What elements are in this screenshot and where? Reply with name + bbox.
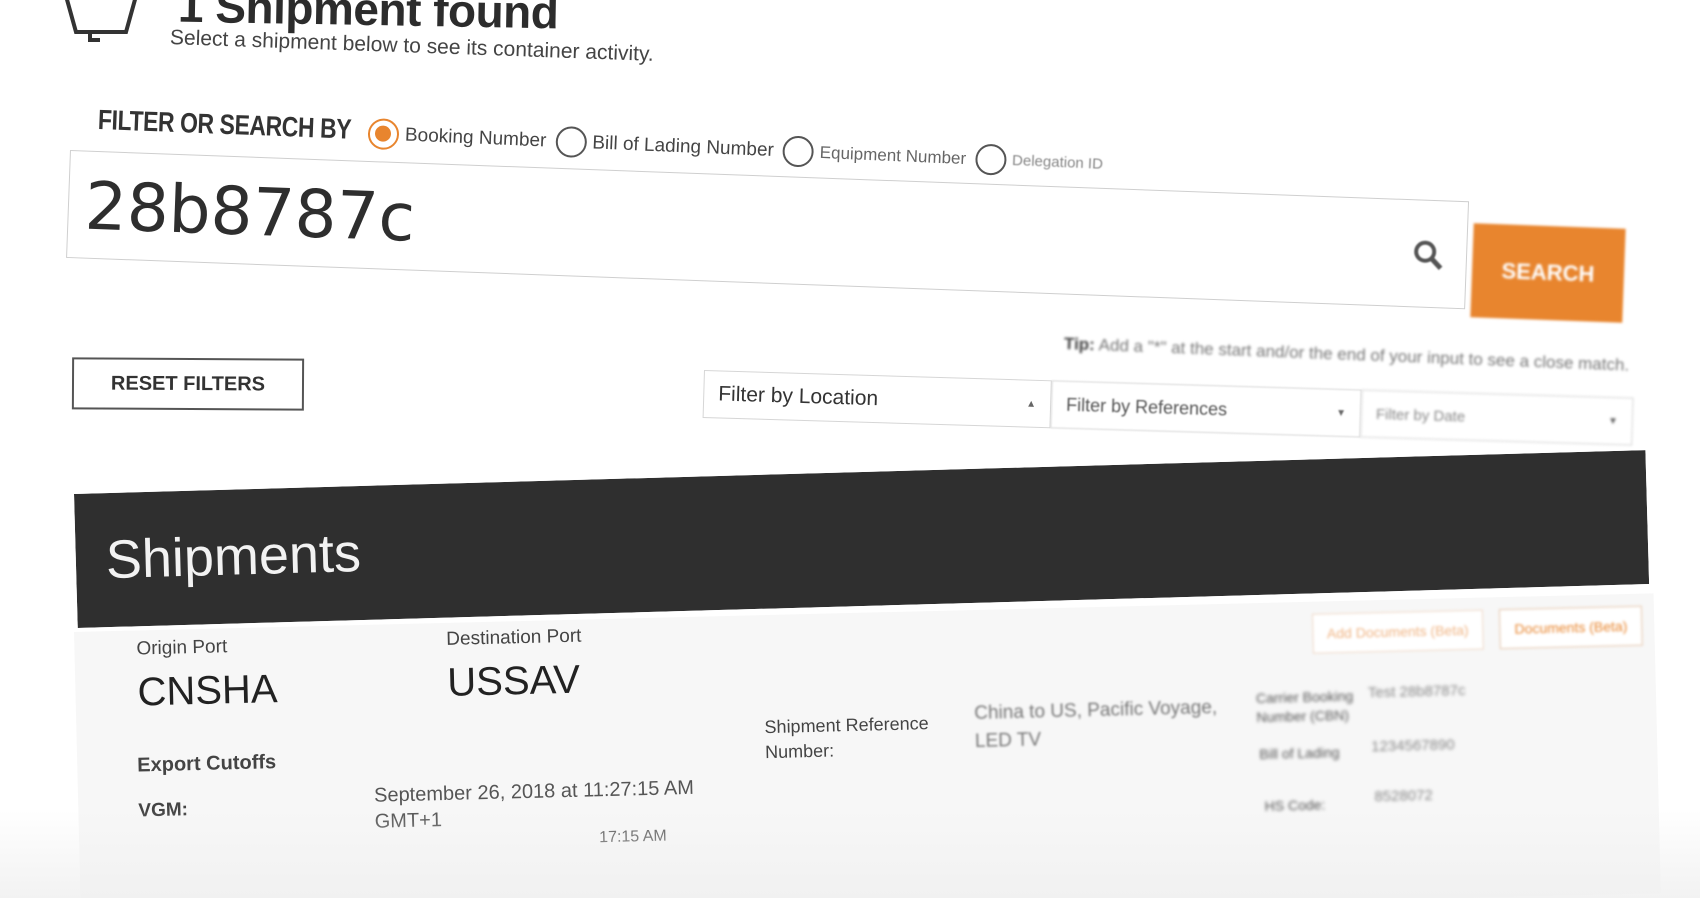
documents-button[interactable]: Documents (Beta) [1499, 605, 1643, 650]
hs-code-label: HS Code: [1264, 796, 1326, 814]
page: 1 Shipment found Select a shipment below… [0, 0, 1700, 898]
caret-icon: ▲ [1026, 398, 1037, 410]
search-tip: Tip: Add a "*" at the start and/or the e… [1064, 334, 1630, 376]
select-value: Filter by References [1065, 394, 1228, 420]
origin-port-value: CNSHA [136, 667, 279, 715]
reset-filters-button[interactable]: RESET FILTERS [71, 357, 305, 411]
radio-dot[interactable] [782, 135, 815, 168]
caret-icon: ▼ [1607, 415, 1619, 427]
filter-location-select[interactable]: Filter by Location ▲ [702, 370, 1052, 429]
shipment-reference-value: China to US, Pacific Voyage, LED TV [974, 697, 1218, 753]
document-buttons: Add Documents (Beta) Documents (Beta) [1295, 605, 1643, 654]
destination-port-value: USSAV [446, 657, 581, 705]
carrier-booking-label: Carrier Booking Number (CBN) [1255, 687, 1354, 726]
shipment-icon [65, 0, 137, 42]
carrier-booking-value: Test 28b8787c [1367, 682, 1466, 702]
radio-dot[interactable] [554, 125, 587, 159]
radio-label: Booking Number [404, 124, 547, 151]
tip-text: Add a "*" at the start and/or the end of… [1098, 335, 1630, 375]
search-field [66, 150, 1470, 310]
search-input[interactable] [83, 165, 1286, 290]
radio-label: Equipment Number [819, 142, 967, 168]
radio-label: Delegation ID [1011, 152, 1104, 173]
filter-label: FILTER OR SEARCH BY [97, 104, 352, 145]
bill-of-lading-label: Bill of Lading [1259, 744, 1340, 763]
radio-delegation-id[interactable]: Delegation ID [974, 143, 1103, 179]
select-value: Filter by Date [1375, 405, 1466, 426]
hs-code-value: 8528072 [1374, 786, 1434, 806]
export-cutoffs-label: Export Cutoffs [137, 751, 277, 777]
bill-of-lading-value: 1234567890 [1370, 736, 1455, 756]
tip-prefix: Tip: [1063, 334, 1096, 355]
select-value: Filter by Location [717, 382, 879, 411]
radio-label: Bill of Lading Number [591, 131, 775, 161]
vgm-label: VGM: [138, 799, 189, 822]
radio-booking-number[interactable]: Booking Number [367, 118, 547, 156]
shipment-reference-label: Shipment Reference Number: [764, 713, 929, 763]
radio-dot[interactable] [974, 143, 1007, 176]
search-icon[interactable] [1411, 238, 1444, 271]
filter-date-select[interactable]: Filter by Date ▼ [1360, 389, 1634, 446]
filter-selects: Filter by Location ▲ Filter by Reference… [702, 370, 1634, 446]
shipments-heading: Shipments [105, 523, 362, 591]
add-documents-button[interactable]: Add Documents (Beta) [1311, 609, 1485, 654]
shipment-card[interactable]: Add Documents (Beta) Documents (Beta) Or… [74, 593, 1661, 898]
filter-references-select[interactable]: Filter by References ▼ [1050, 380, 1362, 438]
radio-equipment-number[interactable]: Equipment Number [782, 135, 967, 174]
search-button[interactable]: SEARCH [1470, 223, 1626, 323]
vgm-value: September 26, 2018 at 11:27:15 AM GMT+1 [373, 776, 695, 833]
caret-icon: ▼ [1335, 407, 1347, 419]
radio-dot-selected[interactable] [367, 118, 400, 151]
radio-bill-of-lading[interactable]: Bill of Lading Number [554, 125, 775, 166]
next-cutoff-value: 17:15 AM [598, 827, 667, 847]
origin-port-label: Origin Port [136, 636, 228, 660]
destination-port-label: Destination Port [446, 625, 582, 650]
